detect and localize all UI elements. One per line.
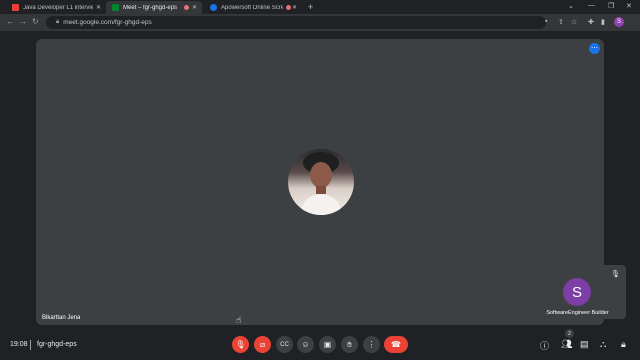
forward-icon[interactable]: → (19, 17, 27, 26)
window-close-icon[interactable]: ✕ (626, 2, 632, 10)
people-icon[interactable]: 👥︎ (561, 339, 572, 350)
end-call-icon: ☎︎ (391, 340, 401, 349)
more-options-icon[interactable]: ⋯ (589, 43, 600, 54)
browser-tab-apowersoft[interactable]: Apowersoft Online Screen Re ✕ (204, 1, 302, 14)
participant-name: Bikarttan Jena (42, 315, 81, 321)
more-options-icon: ⋮ (367, 340, 376, 349)
meeting-code: fgr-ghgd-eps (37, 341, 77, 348)
profile-avatar[interactable]: S (614, 17, 624, 27)
close-icon[interactable]: ✕ (192, 4, 197, 11)
raise-hand-icon: ✋︎ (347, 339, 352, 349)
url-text: meet.google.com/fgr-ghgd-eps (63, 19, 152, 26)
activities-icon[interactable]: ⛬ (600, 339, 606, 350)
meeting-stage: ⋯ Bikarttan Jena 🎙︎ S SoftwareEngineer B… (0, 31, 640, 360)
host-controls-icon[interactable]: 🔒︎ (621, 339, 626, 350)
maximize-icon[interactable]: ❐ (608, 2, 614, 10)
reload-icon[interactable]: ↻ (32, 17, 39, 26)
gmail-icon (12, 4, 19, 11)
divider (30, 340, 31, 350)
side-panel-icon[interactable]: ▮ (601, 18, 605, 26)
tab-title: Meet – fgr-ghgd-eps (123, 4, 178, 11)
meeting-controls-bar: 19:08 fgr-ghgd-eps 🎙︎ ⧄ CC ☺ ▣ ✋︎ ⋮ ☎︎ ⓘ… (0, 329, 640, 360)
more-options-button[interactable]: ⋮ (363, 336, 380, 353)
mouse-cursor-icon: ☝︎ (236, 315, 242, 325)
browser-toolbar: ← → ↻ 🔒︎ meet.google.com/fgr-ghgd-eps ▪ … (0, 14, 640, 31)
tab-search-icon[interactable]: ⌄ (568, 2, 574, 10)
apowersoft-icon (210, 4, 217, 11)
browser-tab-interview[interactable]: Java Developer L1 interview - sca ✕ (6, 1, 106, 14)
emoji-button[interactable]: ☺ (297, 336, 314, 353)
browser-tab-meet[interactable]: Meet – fgr-ghgd-eps ✕ (106, 1, 202, 14)
self-view-tile[interactable]: 🎙︎ S SoftwareEngineer Builder (529, 265, 626, 319)
avatar: S (563, 278, 591, 306)
participants-count-badge: 2 (565, 329, 574, 338)
person-photo-icon (300, 152, 342, 215)
microphone-off-icon: 🎙︎ (611, 271, 620, 278)
address-bar[interactable]: 🔒︎ meet.google.com/fgr-ghgd-eps (46, 16, 546, 29)
captions-button[interactable]: CC (276, 336, 293, 353)
camera-toggle-button[interactable]: ⧄ (254, 336, 271, 353)
meeting-time: 19:08 (10, 341, 28, 348)
captions-icon: CC (280, 341, 289, 348)
present-screen-icon: ▣ (323, 340, 332, 349)
extensions-icon[interactable]: ✚ (588, 18, 594, 26)
participant-avatar-photo (288, 149, 354, 215)
close-icon[interactable]: ✕ (292, 4, 297, 11)
lock-icon: 🔒︎ (56, 19, 60, 25)
recording-indicator-icon (184, 5, 189, 10)
browser-tab-strip: Java Developer L1 interview - sca ✕ Meet… (0, 0, 640, 14)
bookmark-star-icon[interactable]: ☆ (571, 18, 577, 26)
self-name: SoftwareEngineer Builder (546, 310, 609, 316)
minimize-icon[interactable]: — (588, 2, 595, 9)
tab-title: Apowersoft Online Screen Re (221, 4, 283, 11)
raise-hand-button[interactable]: ✋︎ (341, 336, 358, 353)
camera-in-use-icon[interactable]: ▪ (545, 18, 547, 25)
close-icon[interactable]: ✕ (96, 4, 101, 11)
share-icon[interactable]: ⇪ (558, 18, 564, 26)
emoji-icon: ☺ (301, 340, 310, 349)
recording-indicator-icon (286, 5, 291, 10)
microphone-off-icon: 🎙︎ (235, 340, 246, 349)
camera-off-icon: ⧄ (259, 339, 266, 349)
meet-icon (112, 4, 119, 11)
leave-call-button[interactable]: ☎︎ (384, 336, 408, 353)
info-icon[interactable]: ⓘ (540, 339, 549, 352)
chat-icon[interactable]: ▤ (580, 339, 589, 350)
back-icon[interactable]: ← (6, 17, 14, 26)
microphone-toggle-button[interactable]: 🎙︎ (232, 336, 249, 353)
tab-title: Java Developer L1 interview - sca (23, 4, 93, 11)
participant-tile-main: ⋯ Bikarttan Jena (36, 39, 604, 325)
present-button[interactable]: ▣ (319, 336, 336, 353)
new-tab-button[interactable]: + (308, 2, 313, 12)
